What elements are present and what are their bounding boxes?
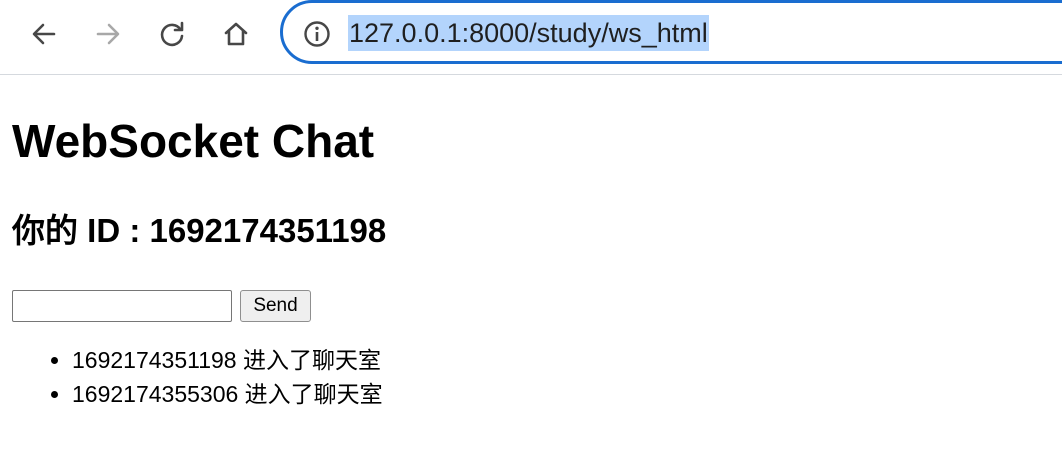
list-item: 1692174355306 进入了聊天室 bbox=[72, 377, 383, 411]
forward-button[interactable] bbox=[88, 14, 128, 54]
list-item: 1692174351198 进入了聊天室 bbox=[72, 343, 383, 377]
message-input[interactable] bbox=[12, 290, 232, 322]
arrow-right-icon bbox=[96, 23, 120, 45]
home-icon bbox=[224, 22, 248, 46]
page-title: WebSocket Chat bbox=[12, 115, 375, 167]
home-button[interactable] bbox=[216, 14, 256, 54]
reload-icon bbox=[160, 21, 184, 47]
arrow-left-icon bbox=[32, 23, 56, 45]
back-button[interactable] bbox=[24, 14, 64, 54]
browser-toolbar: 127.0.0.1:8000/study/ws_html bbox=[0, 0, 1062, 75]
send-button[interactable]: Send bbox=[240, 290, 311, 322]
reload-button[interactable] bbox=[152, 14, 192, 54]
url-text[interactable]: 127.0.0.1:8000/study/ws_html bbox=[348, 15, 709, 51]
info-circle-icon[interactable] bbox=[303, 20, 331, 48]
message-list: 1692174351198 进入了聊天室 1692174355306 进入了聊天… bbox=[0, 343, 383, 411]
user-id-heading: 你的 ID : 1692174351198 bbox=[12, 212, 387, 249]
